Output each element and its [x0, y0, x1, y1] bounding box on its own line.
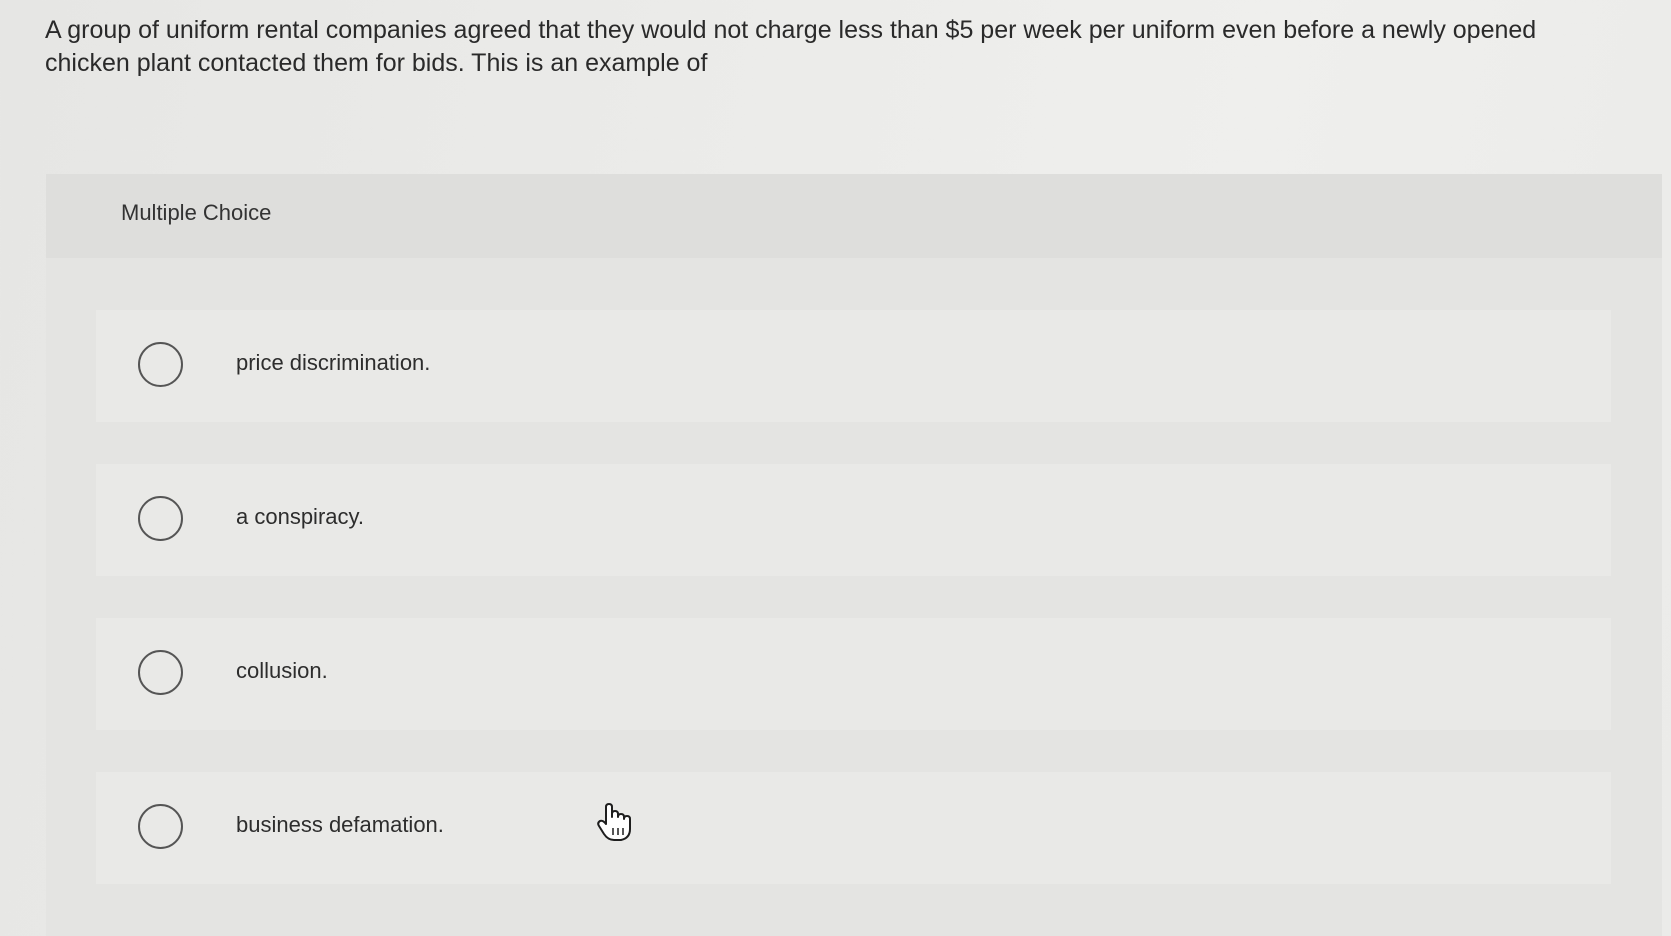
radio-button[interactable]	[138, 496, 183, 541]
hand-pointer-icon	[597, 803, 631, 841]
multiple-choice-label: Multiple Choice	[121, 200, 272, 225]
answer-options: price discrimination. a conspiracy. coll…	[96, 310, 1611, 926]
answer-option-label: business defamation.	[236, 812, 444, 837]
multiple-choice-panel: Multiple Choice price discrimination. a …	[46, 174, 1662, 936]
answer-option-business-defamation[interactable]: business defamation.	[96, 772, 1611, 884]
answer-option-label: collusion.	[236, 658, 328, 683]
radio-button[interactable]	[138, 342, 183, 387]
question-text: A group of uniform rental companies agre…	[45, 16, 1537, 77]
answer-option-price-discrimination[interactable]: price discrimination.	[96, 310, 1611, 422]
answer-option-conspiracy[interactable]: a conspiracy.	[96, 464, 1611, 576]
answer-option-label: price discrimination.	[236, 350, 431, 375]
multiple-choice-header: Multiple Choice	[46, 174, 1662, 258]
radio-button[interactable]	[138, 804, 183, 849]
answer-option-label: a conspiracy.	[236, 504, 364, 529]
answer-option-collusion[interactable]: collusion.	[96, 618, 1611, 730]
radio-button[interactable]	[138, 650, 183, 695]
